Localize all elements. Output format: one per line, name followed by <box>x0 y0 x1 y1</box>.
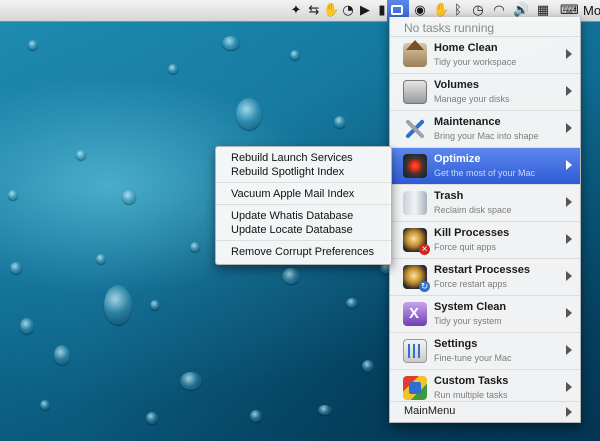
menu-item-title: Restart Processes <box>434 264 531 276</box>
system-clean-icon <box>403 302 427 326</box>
water-drop <box>122 190 136 204</box>
chevron-right-icon <box>566 345 572 355</box>
menu-item-title: Settings <box>434 338 478 350</box>
settings-icon <box>403 339 427 363</box>
water-drop <box>362 360 374 372</box>
menu-item-trash[interactable]: Trash Reclaim disk space <box>390 185 580 221</box>
menu-item-subtitle: Force restart apps <box>434 279 508 289</box>
submenu-item-remove-corrupt-preferences[interactable]: Remove Corrupt Preferences <box>231 246 374 258</box>
water-drop <box>282 268 300 284</box>
menu-item-subtitle: Run multiple tasks <box>434 390 508 400</box>
hand-icon[interactable]: ✋ <box>323 3 339 19</box>
menu-item-title: Custom Tasks <box>434 375 509 387</box>
submenu-item-rebuild-spotlight-index[interactable]: Rebuild Spotlight Index <box>231 166 344 178</box>
water-drop <box>104 285 132 325</box>
submenu-separator <box>216 204 391 205</box>
menu-item-subtitle: Reclaim disk space <box>434 205 512 215</box>
menu-item-title: System Clean <box>434 301 507 313</box>
chevron-right-icon <box>566 160 572 170</box>
menu-item-volumes[interactable]: Volumes Manage your disks <box>390 74 580 110</box>
trash-icon <box>403 191 427 215</box>
water-drop <box>20 318 34 334</box>
menu-item-title: Maintenance <box>434 116 501 128</box>
menu-item-mainmenu[interactable]: MainMenu <box>390 402 580 422</box>
submenu-item-vacuum-mail-index[interactable]: Vacuum Apple Mail Index <box>231 188 354 200</box>
water-drop <box>222 36 240 50</box>
play-icon[interactable]: ▶ <box>357 3 373 19</box>
menu-item-settings[interactable]: Settings Fine-tune your Mac <box>390 333 580 369</box>
menu-item-subtitle: Tidy your system <box>434 316 502 326</box>
water-drop <box>250 410 262 422</box>
water-drop <box>8 190 18 200</box>
menu-item-subtitle: Bring your Mac into shape <box>434 131 539 141</box>
chevron-right-icon <box>566 382 572 392</box>
menu-item-home-clean[interactable]: Home Clean Tidy your workspace <box>390 37 580 73</box>
water-drop <box>10 262 22 274</box>
optimize-submenu: Rebuild Launch Services Rebuild Spotligh… <box>215 146 392 265</box>
menu-item-subtitle: Manage your disks <box>434 94 510 104</box>
chevron-right-icon <box>566 123 572 133</box>
water-drop <box>180 372 202 390</box>
water-drop <box>28 40 38 50</box>
water-drop <box>334 116 346 128</box>
menu-item-title: Home Clean <box>434 42 498 54</box>
home-icon <box>403 40 427 67</box>
menu-item-title: Kill Processes <box>434 227 510 239</box>
transfer-icon[interactable]: ⇆ <box>306 3 322 19</box>
main-dropdown-menu: No tasks running Home Clean Tidy your wo… <box>389 17 581 423</box>
app-icon <box>391 5 403 15</box>
water-drop <box>236 98 262 130</box>
chevron-right-icon <box>566 49 572 59</box>
gauge-icon <box>403 154 427 178</box>
time-machine-icon[interactable]: ◔ <box>340 3 356 19</box>
menu-item-subtitle: Force quit apps <box>434 242 497 252</box>
menu-item-restart-processes[interactable]: Restart Processes Force restart apps <box>390 259 580 295</box>
water-drop <box>290 50 300 60</box>
water-drop <box>96 254 106 264</box>
kill-process-icon <box>403 228 430 255</box>
submenu-separator <box>216 240 391 241</box>
menu-item-title: Volumes <box>434 79 480 91</box>
menu-item-optimize[interactable]: Optimize Get the most of your Mac <box>390 148 580 184</box>
menu-item-subtitle: Tidy your workspace <box>434 57 517 67</box>
menu-item-title: Trash <box>434 190 464 202</box>
task-status-text: No tasks running <box>404 21 495 35</box>
menu-item-title: MainMenu <box>404 405 456 417</box>
tools-icon <box>403 117 427 141</box>
chevron-right-icon <box>566 271 572 281</box>
user-name[interactable]: Mo <box>583 3 600 18</box>
submenu-item-rebuild-launch-services[interactable]: Rebuild Launch Services <box>231 152 353 164</box>
menu-item-subtitle: Fine-tune your Mac <box>434 353 512 363</box>
water-drop <box>54 345 70 365</box>
menu-item-title: Optimize <box>434 153 481 165</box>
water-drop <box>346 298 358 308</box>
dropbox-icon[interactable]: ✦ <box>288 3 304 19</box>
menu-item-system-clean[interactable]: System Clean Tidy your system <box>390 296 580 332</box>
disk-icon <box>403 80 427 104</box>
submenu-item-update-locate-database[interactable]: Update Locate Database <box>231 224 353 236</box>
chevron-right-icon <box>566 234 572 244</box>
submenu-item-update-whatis-database[interactable]: Update Whatis Database <box>231 210 353 222</box>
water-drop <box>40 400 50 410</box>
water-drop <box>168 64 178 74</box>
water-drop <box>318 405 332 415</box>
chevron-right-icon <box>566 197 572 207</box>
water-drop <box>76 150 86 160</box>
water-drop <box>146 412 158 424</box>
menu-item-maintenance[interactable]: Maintenance Bring your Mac into shape <box>390 111 580 147</box>
menu-item-kill-processes[interactable]: Kill Processes Force quit apps <box>390 222 580 258</box>
custom-tasks-icon <box>403 376 427 400</box>
chevron-right-icon <box>566 308 572 318</box>
submenu-separator <box>216 182 391 183</box>
restart-process-icon <box>403 265 430 292</box>
chevron-right-icon <box>566 407 572 417</box>
menu-item-subtitle: Get the most of your Mac <box>434 168 536 178</box>
water-drop <box>150 300 160 310</box>
water-drop <box>190 242 200 252</box>
chevron-right-icon <box>566 86 572 96</box>
